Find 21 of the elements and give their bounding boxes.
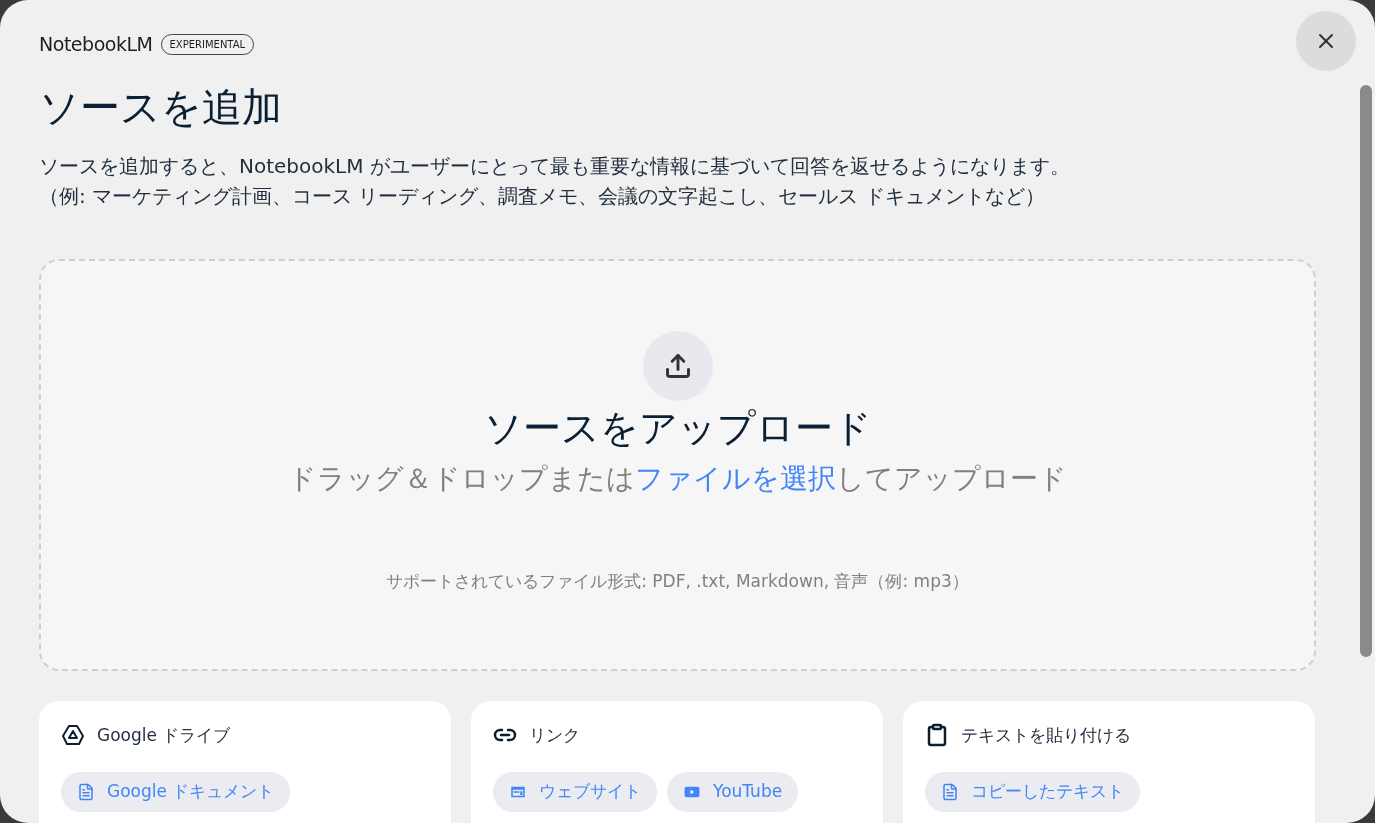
source-chip[interactable]: コピーしたテキスト: [925, 772, 1140, 812]
source-chip[interactable]: Google ドキュメント: [61, 772, 291, 812]
app-logo: NotebookLM: [39, 32, 153, 57]
drive-triangle-icon: [61, 723, 85, 748]
document-icon: [941, 783, 959, 801]
source-chip[interactable]: ウェブサイト: [493, 772, 657, 812]
source-card-title: Google ドライブ: [97, 723, 231, 747]
document-icon: [77, 783, 95, 801]
clipboard-icon: [925, 723, 949, 748]
source-card-title: リンク: [529, 723, 580, 747]
file-select-link[interactable]: ファイルを選択: [635, 461, 836, 495]
description-text: ソースを追加すると、NotebookLM がユーザーにとって最も重要な情報に基づいて回答を返せるようになります。: [39, 152, 1071, 180]
source-card-title: テキストを貼り付ける: [961, 723, 1131, 747]
source-chip[interactable]: YouTube: [667, 772, 799, 812]
upload-icon: [663, 351, 692, 380]
upload-drop-zone[interactable]: ソースをアップロード ドラッグ＆ドロップまたは ファイルを選択 してアップロード サポートされているファイル形式: PDF, .txt, Markdown, 音声（例: mp3）: [39, 258, 1316, 671]
supported-formats: サポートされているファイル形式: PDF, .txt, Markdown, 音声（例: mp3）: [386, 569, 969, 593]
description-text: （例: マーケティング計画、コース リーディング、調査メモ、会議の文字起こし、セールス ドキュメントなど）: [39, 182, 1046, 210]
upload-hint: ドラッグ＆ドロップまたは ファイルを選択 してアップロード: [288, 460, 1067, 497]
dialog-title: ソースを追加: [39, 82, 283, 132]
upload-title: ソースをアップロード: [483, 404, 872, 452]
